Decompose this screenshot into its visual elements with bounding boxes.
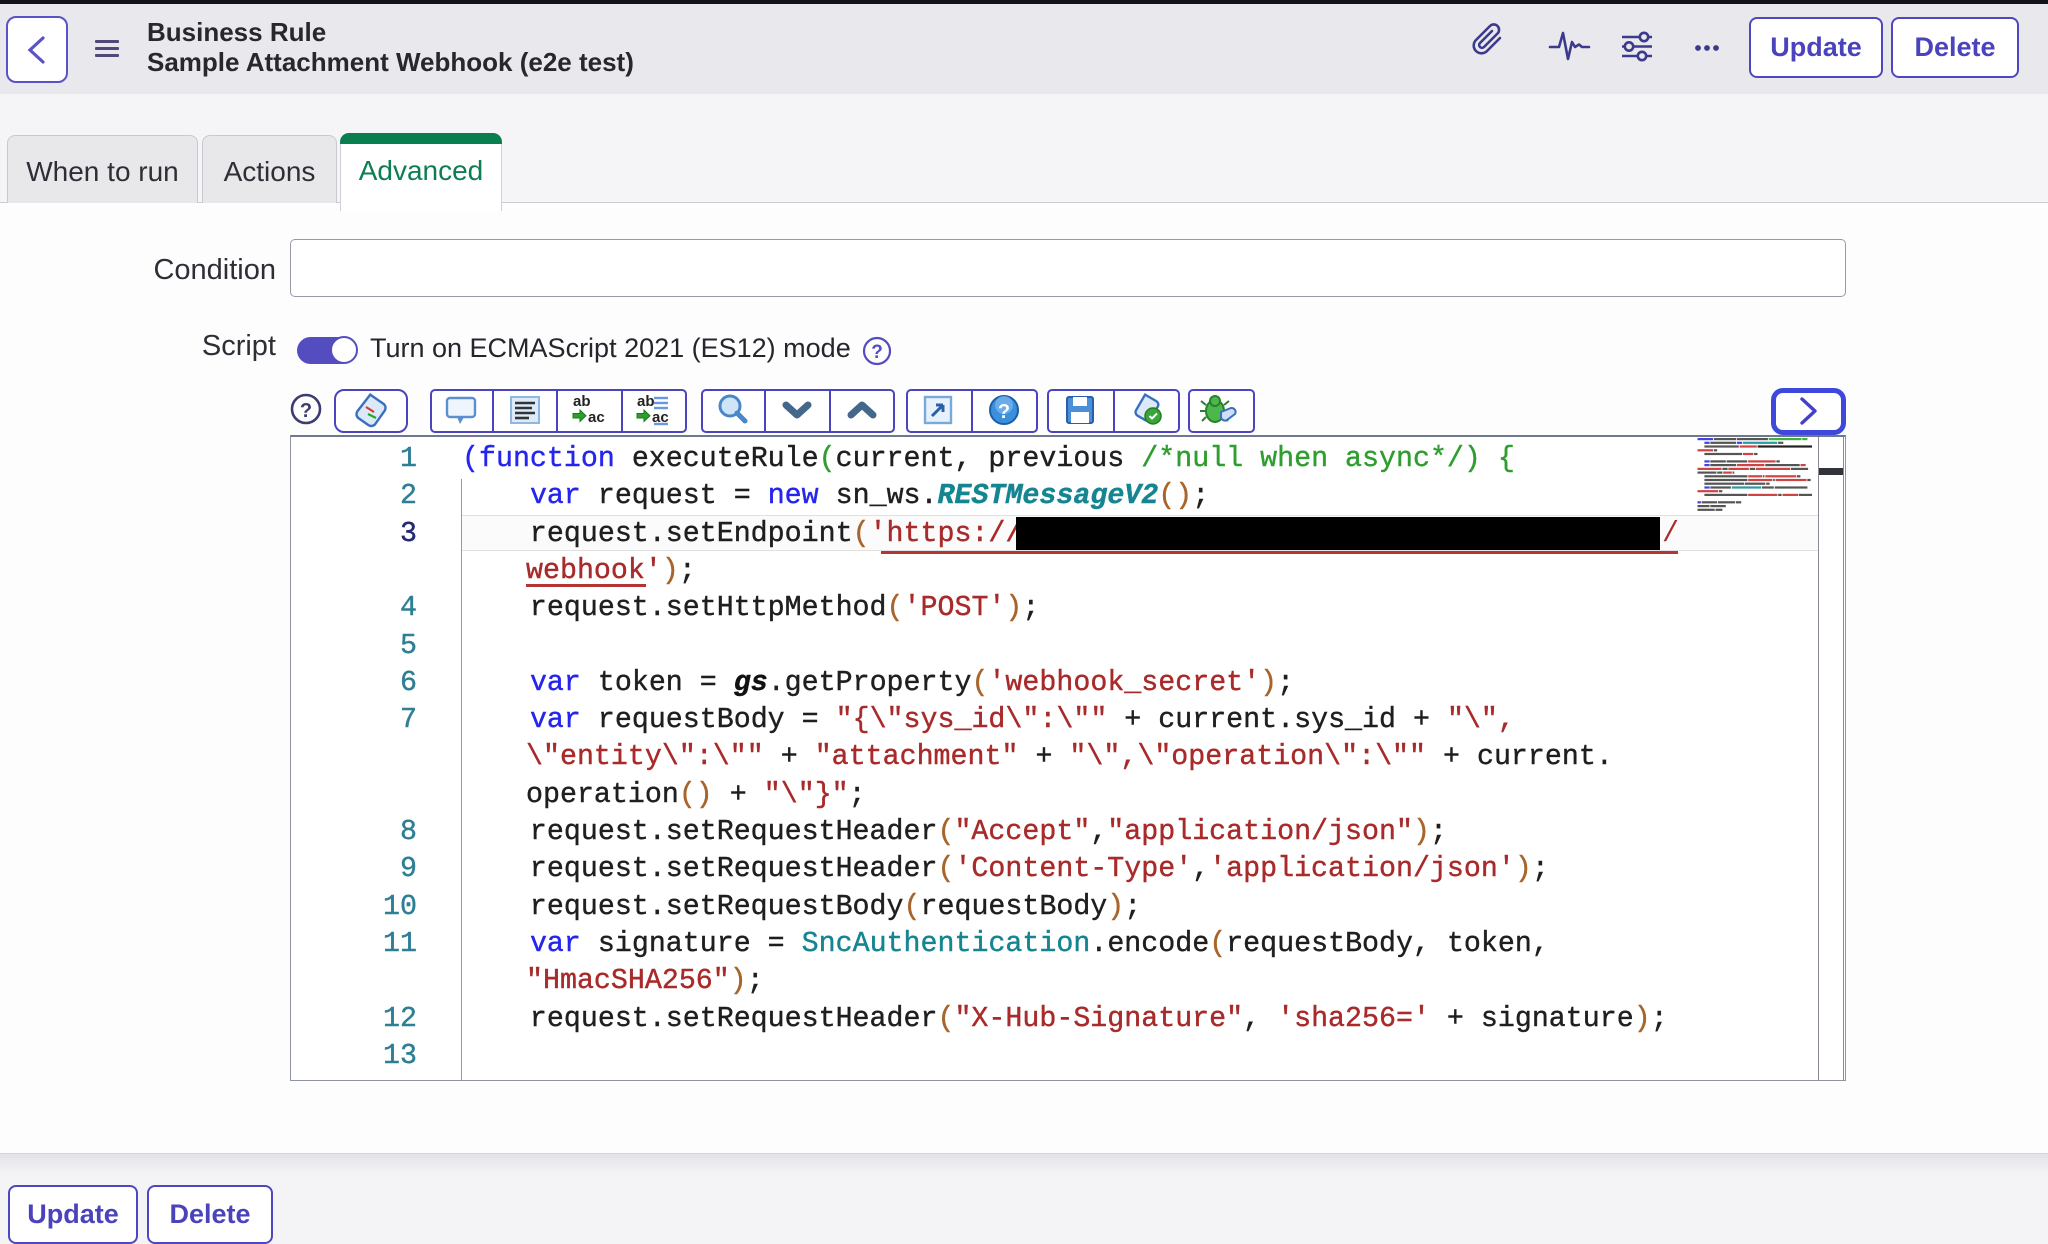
svg-text:ab: ab (637, 393, 655, 410)
svg-text:ab: ab (573, 393, 591, 410)
svg-text:?: ? (300, 400, 312, 422)
svg-text:?: ? (998, 401, 1010, 423)
svg-text:ac: ac (588, 409, 605, 426)
